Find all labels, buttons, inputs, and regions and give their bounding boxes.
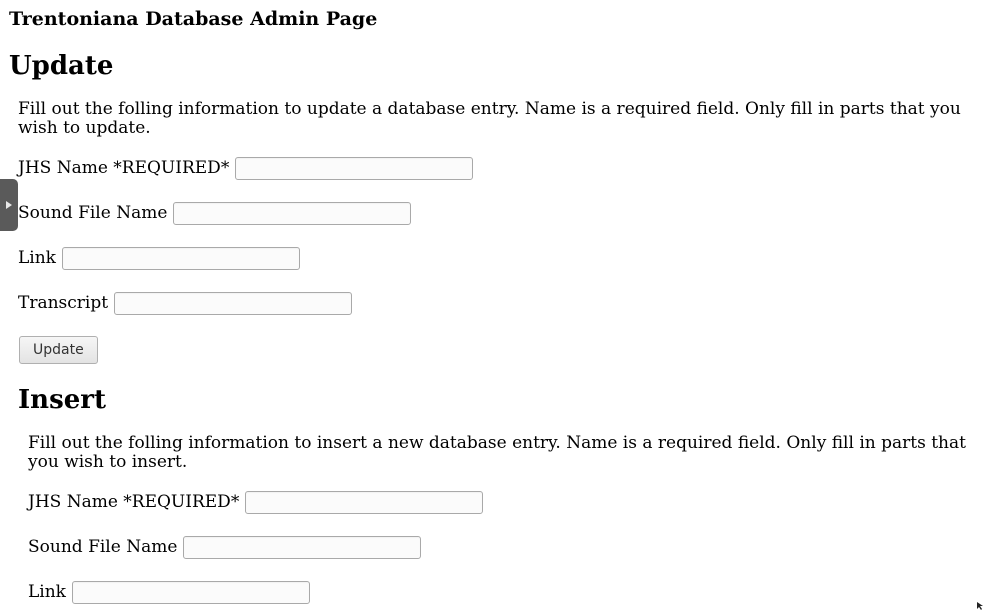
insert-sound-file-input[interactable]: [183, 535, 422, 559]
side-panel-toggle[interactable]: [0, 179, 18, 231]
update-description: Fill out the folling information to upda…: [18, 99, 961, 138]
insert-jhs-name-input[interactable]: [245, 490, 484, 514]
update-button[interactable]: Update: [19, 336, 98, 364]
page-title: Trentoniana Database Admin Page: [9, 8, 378, 30]
update-sound-file-label: Sound File Name: [18, 203, 168, 223]
update-jhs-name-row: JHS Name *REQUIRED*: [18, 154, 474, 182]
update-jhs-name-input[interactable]: [235, 156, 474, 180]
insert-sound-file-label: Sound File Name: [28, 537, 178, 557]
insert-link-input[interactable]: [71, 580, 310, 604]
update-link-row: Link: [18, 244, 300, 272]
update-link-label: Link: [18, 248, 56, 268]
insert-sound-file-row: Sound File Name: [28, 533, 422, 561]
insert-jhs-name-row: JHS Name *REQUIRED*: [28, 488, 484, 516]
insert-heading: Insert: [18, 385, 106, 415]
update-transcript-row: Transcript: [18, 289, 353, 317]
triangle-right-icon: [6, 201, 12, 209]
insert-description: Fill out the folling information to inse…: [28, 433, 966, 472]
insert-link-row: Link: [28, 578, 310, 606]
update-link-input[interactable]: [61, 246, 300, 270]
cursor-icon: [977, 602, 983, 610]
update-sound-file-row: Sound File Name: [18, 199, 412, 227]
update-sound-file-input[interactable]: [173, 201, 412, 225]
insert-jhs-name-label: JHS Name *REQUIRED*: [28, 492, 240, 512]
update-transcript-label: Transcript: [18, 293, 109, 313]
update-heading: Update: [9, 51, 114, 81]
update-jhs-name-label: JHS Name *REQUIRED*: [18, 158, 230, 178]
insert-link-label: Link: [28, 582, 66, 602]
update-transcript-input[interactable]: [114, 291, 353, 315]
